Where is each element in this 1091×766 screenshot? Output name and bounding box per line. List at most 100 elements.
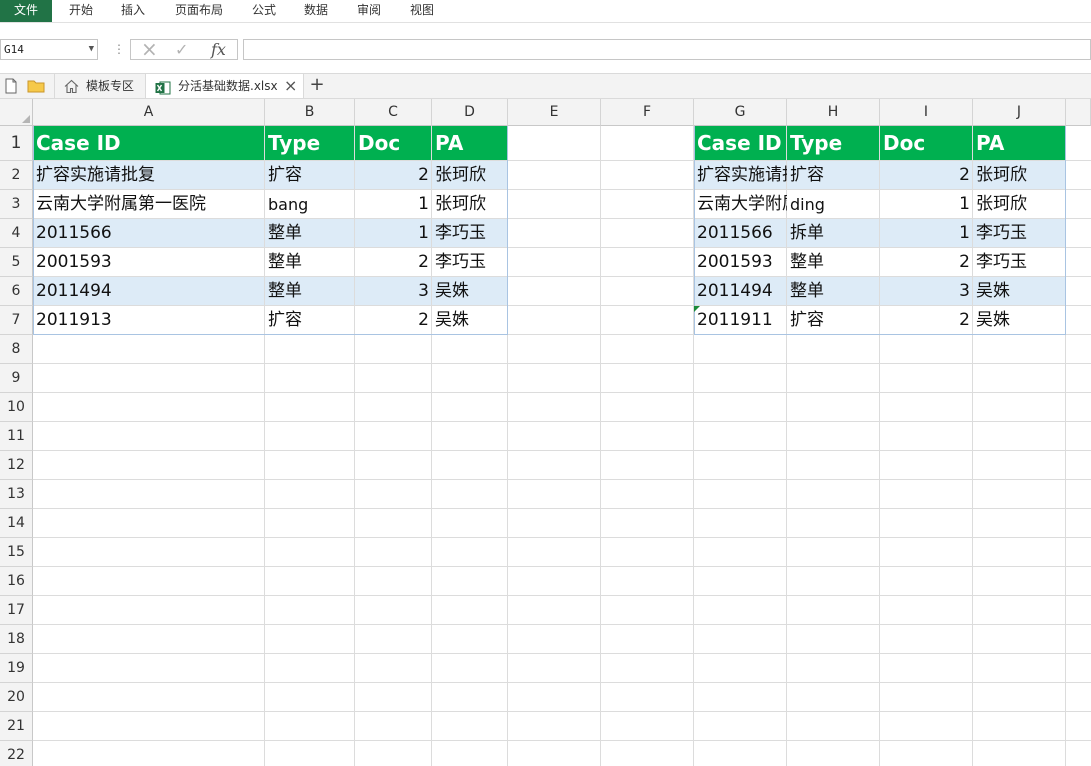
table_left-cell[interactable]: 2011566 xyxy=(33,219,265,248)
table_right-header-cell[interactable]: Doc xyxy=(880,126,973,161)
table_right-cell[interactable]: 1 xyxy=(880,190,973,219)
formula-input[interactable] xyxy=(243,39,1091,60)
ribbon-tab-0[interactable]: 文件 xyxy=(0,0,52,22)
table_left-cell[interactable]: 张珂欣 xyxy=(432,161,508,190)
function-icon[interactable]: fx xyxy=(211,40,226,59)
column-header-H[interactable]: H xyxy=(787,99,880,126)
row-header-13[interactable]: 13 xyxy=(0,480,33,509)
table_left-cell[interactable]: 整单 xyxy=(265,248,355,277)
table_right-cell[interactable]: 扩容实施请批复 xyxy=(694,161,787,190)
ribbon-tab-1[interactable]: 开始 xyxy=(69,0,93,22)
table_right-cell[interactable]: 2011911 xyxy=(694,306,787,335)
row-header-6[interactable]: 6 xyxy=(0,277,33,306)
table_left-cell[interactable]: 吴姝 xyxy=(432,277,508,306)
table_left-cell[interactable]: 2001593 xyxy=(33,248,265,277)
column-header-F[interactable]: F xyxy=(601,99,694,126)
table_right-cell[interactable]: 拆单 xyxy=(787,219,880,248)
column-header-B[interactable]: B xyxy=(265,99,355,126)
table_left-cell[interactable]: 2011494 xyxy=(33,277,265,306)
table_left-cell[interactable]: 1 xyxy=(355,190,432,219)
row-header-4[interactable]: 4 xyxy=(0,219,33,248)
table_left-cell[interactable]: 2011913 xyxy=(33,306,265,335)
table_right-cell[interactable]: 李巧玉 xyxy=(973,248,1066,277)
table_left-cell[interactable]: 扩容 xyxy=(265,306,355,335)
table_right-cell[interactable]: 2001593 xyxy=(694,248,787,277)
table_left-cell[interactable]: bang xyxy=(265,190,355,219)
chevron-down-icon[interactable]: ▼ xyxy=(89,40,94,59)
ribbon-tab-6[interactable]: 审阅 xyxy=(357,0,381,22)
row-header-14[interactable]: 14 xyxy=(0,509,33,538)
table_right-cell[interactable]: ding xyxy=(787,190,880,219)
row-header-3[interactable]: 3 xyxy=(0,190,33,219)
table_left-cell[interactable]: 扩容 xyxy=(265,161,355,190)
table_right-cell[interactable]: 整单 xyxy=(787,277,880,306)
cell-area[interactable]: Case ID Type Doc PA 扩容实施请批复 扩容 2 张珂欣 云南大学附属第一医院 b… xyxy=(33,126,1091,766)
table_right-cell[interactable]: 2 xyxy=(880,248,973,277)
new-tab-button[interactable]: + xyxy=(306,74,328,98)
row-header-11[interactable]: 11 xyxy=(0,422,33,451)
close-icon[interactable]: × xyxy=(284,74,297,98)
table_left-cell[interactable]: 1 xyxy=(355,219,432,248)
table_left-cell[interactable]: 李巧玉 xyxy=(432,219,508,248)
table_left-cell[interactable]: 张珂欣 xyxy=(432,190,508,219)
name-box[interactable]: G14 ▼ xyxy=(0,39,98,60)
table_right-header-cell[interactable]: Case ID xyxy=(694,126,787,161)
table_left-cell[interactable]: 李巧玉 xyxy=(432,248,508,277)
column-header-D[interactable]: D xyxy=(432,99,508,126)
column-header-E[interactable]: E xyxy=(508,99,601,126)
cancel-icon[interactable]: × xyxy=(141,39,158,59)
table_left-cell[interactable]: 云南大学附属第一医院 xyxy=(33,190,265,219)
row-header-12[interactable]: 12 xyxy=(0,451,33,480)
table_right-header-cell[interactable]: Type xyxy=(787,126,880,161)
table_right-cell[interactable]: 扩容 xyxy=(787,161,880,190)
table_right-cell[interactable]: 2 xyxy=(880,161,973,190)
row-header-2[interactable]: 2 xyxy=(0,161,33,190)
table_left-header-cell[interactable]: Case ID xyxy=(33,126,265,161)
table_left-cell[interactable]: 扩容实施请批复 xyxy=(33,161,265,190)
table_left-cell[interactable]: 整单 xyxy=(265,219,355,248)
column-header-G[interactable]: G xyxy=(694,99,787,126)
table_right-cell[interactable]: 云南大学附属第一医院 xyxy=(694,190,787,219)
tab-workbook[interactable]: 分活基础数据.xlsx × xyxy=(146,74,304,98)
table_right-cell[interactable]: 吴姝 xyxy=(973,306,1066,335)
ribbon-tab-3[interactable]: 页面布局 xyxy=(175,0,223,22)
row-header-18[interactable]: 18 xyxy=(0,625,33,654)
table_right-cell[interactable]: 2011566 xyxy=(694,219,787,248)
table_left-header-cell[interactable]: PA xyxy=(432,126,508,161)
row-header-5[interactable]: 5 xyxy=(0,248,33,277)
table_left-cell[interactable]: 2 xyxy=(355,161,432,190)
enter-icon[interactable]: ✓ xyxy=(175,40,188,59)
ribbon-tab-7[interactable]: 视图 xyxy=(410,0,434,22)
table_left-cell[interactable]: 吴姝 xyxy=(432,306,508,335)
row-header-7[interactable]: 7 xyxy=(0,306,33,335)
row-header-9[interactable]: 9 xyxy=(0,364,33,393)
table_left-cell[interactable]: 2 xyxy=(355,306,432,335)
open-folder-icon[interactable] xyxy=(27,78,45,98)
column-header-I[interactable]: I xyxy=(880,99,973,126)
table_left-cell[interactable]: 2 xyxy=(355,248,432,277)
table_right-cell[interactable]: 1 xyxy=(880,219,973,248)
select-all-corner[interactable] xyxy=(0,99,33,126)
table_right-cell[interactable]: 张珂欣 xyxy=(973,190,1066,219)
row-header-21[interactable]: 21 xyxy=(0,712,33,741)
table_right-cell[interactable]: 吴姝 xyxy=(973,277,1066,306)
row-header-20[interactable]: 20 xyxy=(0,683,33,712)
table_left-header-cell[interactable]: Doc xyxy=(355,126,432,161)
table_right-cell[interactable]: 李巧玉 xyxy=(973,219,1066,248)
table_right-cell[interactable]: 2 xyxy=(880,306,973,335)
row-header-16[interactable]: 16 xyxy=(0,567,33,596)
row-header-17[interactable]: 17 xyxy=(0,596,33,625)
row-header-19[interactable]: 19 xyxy=(0,654,33,683)
table_left-cell[interactable]: 3 xyxy=(355,277,432,306)
row-header-1[interactable]: 1 xyxy=(0,126,33,161)
column-header-C[interactable]: C xyxy=(355,99,432,126)
table_right-header-cell[interactable]: PA xyxy=(973,126,1066,161)
table_right-cell[interactable]: 扩容 xyxy=(787,306,880,335)
column-header-A[interactable]: A xyxy=(33,99,265,126)
row-header-15[interactable]: 15 xyxy=(0,538,33,567)
ribbon-tab-2[interactable]: 插入 xyxy=(121,0,145,22)
table_right-cell[interactable]: 张珂欣 xyxy=(973,161,1066,190)
row-header-22[interactable]: 22 xyxy=(0,741,33,766)
table_right-cell[interactable]: 3 xyxy=(880,277,973,306)
table_left-cell[interactable]: 整单 xyxy=(265,277,355,306)
